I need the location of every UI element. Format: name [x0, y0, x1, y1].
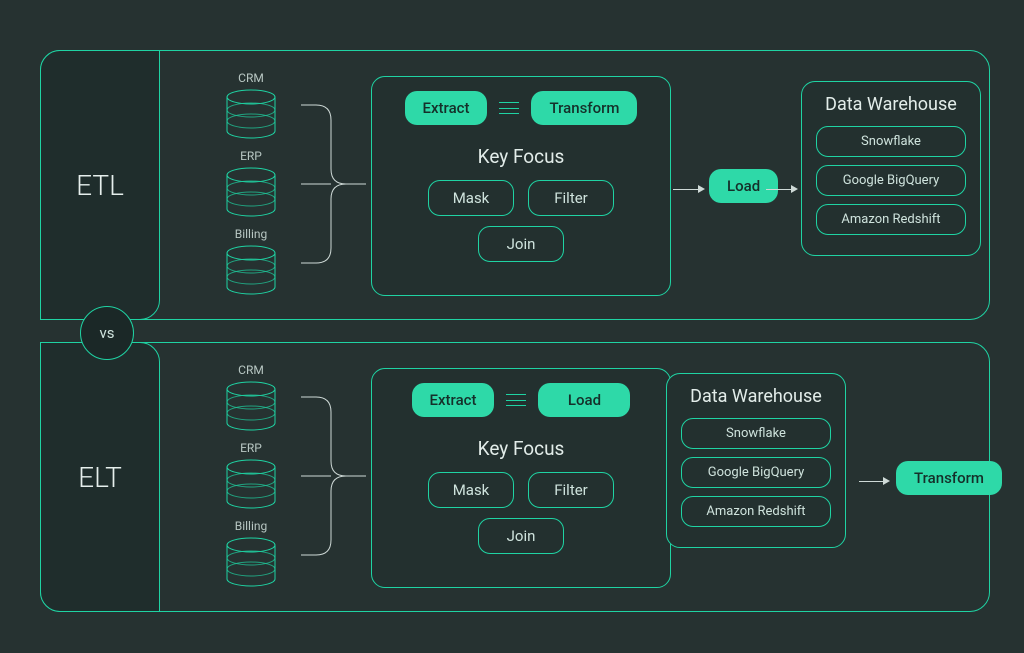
source-crm: CRM [196, 71, 306, 135]
source-billing: Billing [196, 227, 306, 291]
source-crm: CRM [196, 363, 306, 427]
op-filter: Filter [528, 472, 614, 508]
cylinder-icon [223, 459, 279, 505]
cylinder-icon [223, 537, 279, 583]
focus-ops-row: Join [372, 226, 670, 262]
warehouse-item-bigquery: Google BigQuery [816, 165, 966, 196]
elt-sources: CRM ERP Billing [196, 363, 306, 597]
warehouse-item-redshift: Amazon Redshift [681, 496, 831, 527]
merge-bracket-icon [301, 95, 366, 273]
op-mask: Mask [428, 472, 514, 508]
elt-warehouse-box: Data Warehouse Snowflake Google BigQuery… [666, 373, 846, 548]
transform-pill: Transform [896, 461, 1002, 495]
warehouse-title: Data Warehouse [816, 94, 966, 116]
focus-ops-row: Mask Filter [372, 180, 670, 216]
source-erp: ERP [196, 441, 306, 505]
warehouse-item-snowflake: Snowflake [816, 126, 966, 157]
focus-title: Key Focus [372, 145, 670, 168]
elt-focus-box: Extract Load Key Focus Mask Filter Join [371, 368, 671, 588]
etl-panel: ETL CRM ERP Billing Ext [40, 50, 990, 320]
source-label: CRM [196, 71, 306, 85]
etl-sources: CRM ERP Billing [196, 71, 306, 305]
merge-bracket-icon [301, 387, 366, 565]
warehouse-title: Data Warehouse [681, 386, 831, 408]
extract-pill: Extract [405, 91, 488, 125]
load-pill: Load [538, 383, 630, 417]
cylinder-icon [223, 245, 279, 291]
arrow-icon [766, 185, 798, 193]
op-mask: Mask [428, 180, 514, 216]
source-label: ERP [196, 149, 306, 163]
lines-icon [506, 394, 526, 406]
cylinder-icon [223, 381, 279, 427]
arrow-icon [859, 477, 890, 485]
focus-ops-row: Join [372, 518, 670, 554]
source-label: ERP [196, 441, 306, 455]
vs-badge: vs [80, 306, 134, 360]
source-label: Billing [196, 519, 306, 533]
arrow-icon [673, 185, 705, 193]
etl-focus-box: Extract Transform Key Focus Mask Filter … [371, 76, 671, 296]
elt-panel: ELT CRM ERP Billing Ext [40, 342, 990, 612]
etl-title: ETL [40, 50, 160, 320]
elt-title: ELT [40, 342, 160, 612]
warehouse-item-redshift: Amazon Redshift [816, 204, 966, 235]
focus-title: Key Focus [372, 437, 670, 460]
warehouse-item-bigquery: Google BigQuery [681, 457, 831, 488]
op-filter: Filter [528, 180, 614, 216]
focus-header: Extract Transform [372, 77, 670, 135]
source-label: CRM [196, 363, 306, 377]
source-label: Billing [196, 227, 306, 241]
focus-ops-row: Mask Filter [372, 472, 670, 508]
cylinder-icon [223, 89, 279, 135]
op-join: Join [478, 518, 564, 554]
source-erp: ERP [196, 149, 306, 213]
source-billing: Billing [196, 519, 306, 583]
extract-pill: Extract [412, 383, 495, 417]
warehouse-item-snowflake: Snowflake [681, 418, 831, 449]
op-join: Join [478, 226, 564, 262]
cylinder-icon [223, 167, 279, 213]
focus-header: Extract Load [372, 369, 670, 427]
etl-warehouse-box: Data Warehouse Snowflake Google BigQuery… [801, 81, 981, 256]
lines-icon [499, 102, 519, 114]
transform-pill: Transform [531, 91, 637, 125]
